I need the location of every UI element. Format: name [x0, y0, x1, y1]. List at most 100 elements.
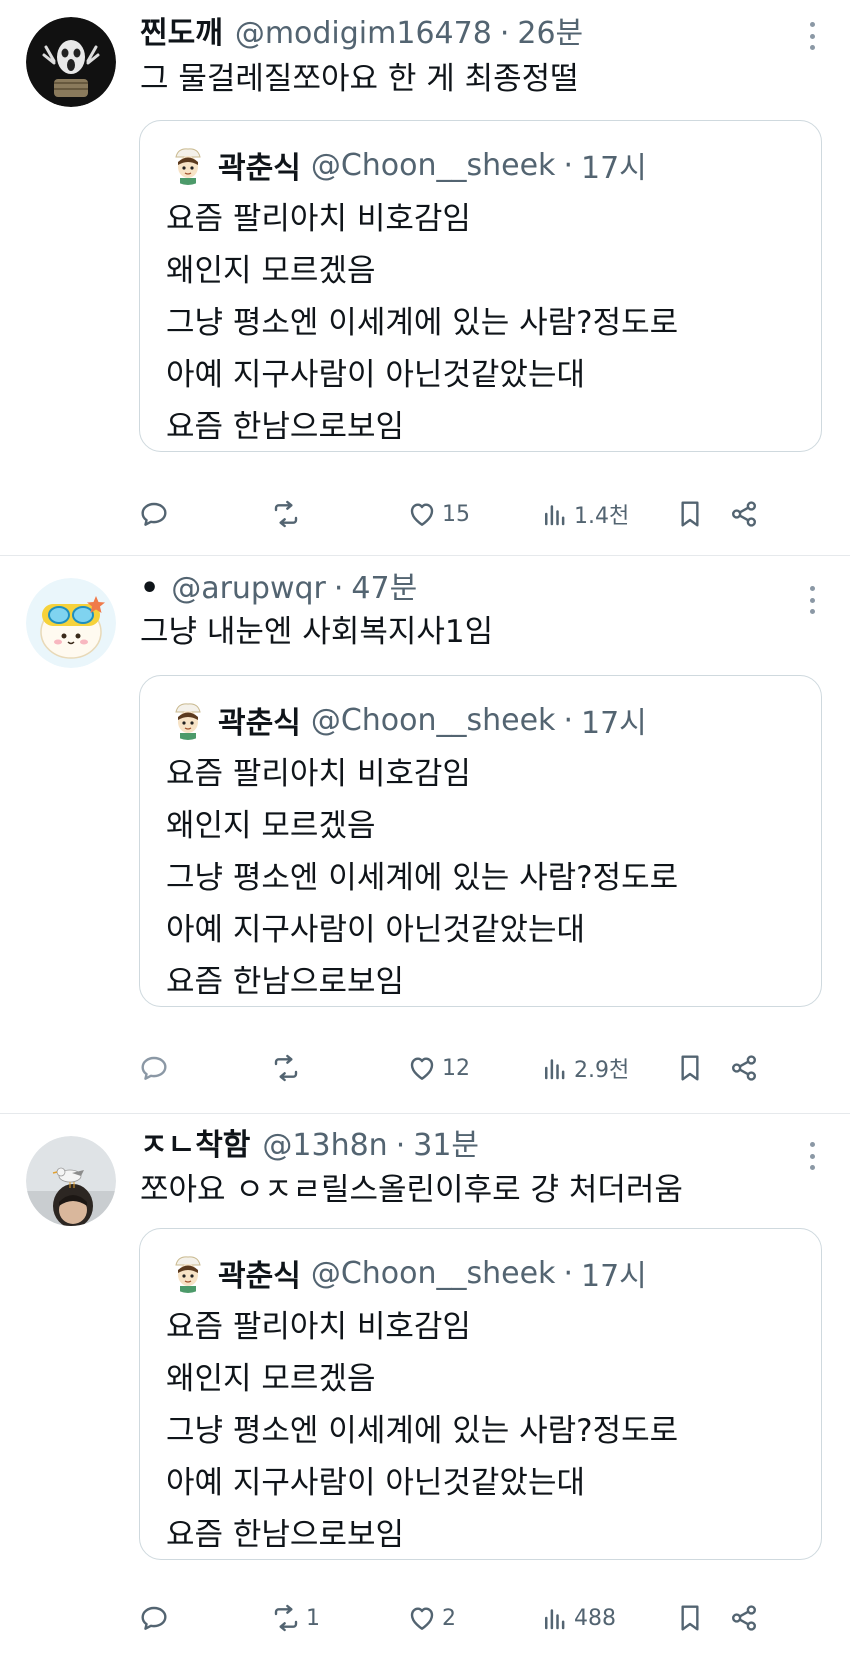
quoted-timestamp: 17시 [580, 151, 647, 186]
seagull-on-head-avatar[interactable] [26, 1136, 116, 1226]
quoted-tweet[interactable]: 곽춘식 @Choon__sheek · 17시 요즘 팔리아치 비호감임 왜인지… [139, 1228, 822, 1560]
timeline-feed: 찐도깨 @modigim16478 · 26분 그 물걸레질쪼아요 한 게 최종… [0, 0, 850, 1667]
separator: · [333, 571, 344, 606]
tweet[interactable]: ㅈㄴ착함 @13h8n · 31분 쪼아요 ㅇㅈㄹ릴스올린이후로 걍 처더러움 [0, 1114, 850, 1667]
share-button[interactable] [728, 1598, 760, 1638]
quoted-tweet-header: 곽춘식 @Choon__sheek · 17시 [168, 143, 647, 187]
reply-icon [141, 1056, 167, 1080]
author-handle[interactable]: @13h8n [262, 1126, 387, 1166]
quoted-text-line: 요즘 팔리아치 비호감임 [166, 1309, 471, 1345]
quoted-author-handle: @Choon__sheek [310, 147, 556, 183]
quoted-tweet-header: 곽춘식 @Choon__sheek · 17시 [168, 698, 647, 742]
timestamp[interactable]: 31분 [413, 1126, 479, 1166]
quoted-text-line: 그냥 평소엔 이세계에 있는 사람?정도로 [166, 860, 679, 896]
quoted-author-name: 곽춘식 [218, 1259, 301, 1294]
separator: · [563, 147, 573, 183]
author-name[interactable]: 찐도깨 [140, 14, 223, 54]
quoted-tweet[interactable]: 곽춘식 @Choon__sheek · 17시 요즘 팔리아치 비호감임 왜인지… [139, 120, 822, 452]
more-options-icon[interactable] [800, 1138, 824, 1174]
share-button[interactable] [728, 1048, 760, 1088]
quoted-author-name: 곽춘식 [218, 706, 301, 741]
quoted-author-name: 곽춘식 [218, 151, 301, 186]
separator: · [563, 1255, 573, 1291]
reply-button[interactable] [138, 494, 174, 534]
quoted-author-handle: @Choon__sheek [310, 702, 556, 738]
tweet-header: • @arupwqr · 47분 [140, 569, 790, 609]
bookmark-icon [681, 1055, 699, 1081]
quoted-tweet-header: 곽춘식 @Choon__sheek · 17시 [168, 1251, 647, 1295]
bookmark-button[interactable] [674, 1598, 706, 1638]
quoted-text-line: 요즘 한남으로보임 [166, 409, 405, 445]
like-count: 2 [442, 1605, 456, 1631]
chef-character-avatar [168, 700, 208, 740]
views-count: 1.4천 [574, 504, 630, 529]
quoted-tweet-text: 요즘 팔리아치 비호감임 왜인지 모르겠음 그냥 평소엔 이세계에 있는 사람?… [166, 748, 678, 1008]
views-chart-icon [545, 1609, 565, 1630]
tweet-text: 그 물걸레질쪼아요 한 게 최종정떨 [140, 61, 579, 97]
quoted-text-line: 아예 지구사람이 아닌것같았는대 [166, 912, 585, 948]
quoted-tweet[interactable]: 곽춘식 @Choon__sheek · 17시 요즘 팔리아치 비호감임 왜인지… [139, 675, 822, 1007]
author-handle[interactable]: @arupwqr [171, 569, 326, 609]
author-name[interactable]: ㅈㄴ착함 [140, 1126, 250, 1166]
views-chart-icon [545, 505, 565, 526]
quoted-text-line: 요즘 한남으로보임 [166, 964, 405, 1000]
quoted-text-line: 요즘 팔리아치 비호감임 [166, 201, 471, 237]
more-options-icon[interactable] [800, 18, 824, 54]
screaming-figure-avatar[interactable] [26, 17, 116, 107]
chef-character-avatar [168, 145, 208, 185]
author-name[interactable]: • [140, 569, 159, 609]
action-bar: 15 1.4천 [138, 494, 820, 534]
chef-character-avatar [168, 1253, 208, 1293]
action-bar: 12 2.9천 [138, 1048, 820, 1088]
tweet-header: ㅈㄴ착함 @13h8n · 31분 [140, 1126, 790, 1166]
quoted-text-line: 요즘 팔리아치 비호감임 [166, 756, 471, 792]
retweet-icon [274, 1604, 298, 1632]
reply-icon [141, 502, 167, 526]
quoted-text-line: 그냥 평소엔 이세계에 있는 사람?정도로 [166, 305, 679, 341]
views-count: 2.9천 [574, 1058, 630, 1083]
views-button[interactable]: 2.9천 [540, 1048, 629, 1088]
like-button[interactable]: 15 [406, 494, 470, 534]
quoted-text-line: 아예 지구사람이 아닌것같았는대 [166, 1465, 585, 1501]
heart-icon [410, 503, 434, 526]
retweet-button[interactable]: 1 [270, 1598, 320, 1638]
bookmark-button[interactable] [674, 1048, 706, 1088]
action-bar: 1 2 488 [138, 1598, 820, 1638]
like-count: 12 [442, 1055, 470, 1081]
quoted-tweet-text: 요즘 팔리아치 비호감임 왜인지 모르겠음 그냥 평소엔 이세계에 있는 사람?… [166, 193, 678, 453]
quoted-text-line: 왜인지 모르겠음 [166, 808, 376, 844]
timestamp[interactable]: 47분 [351, 569, 417, 609]
reply-button[interactable] [138, 1598, 174, 1638]
like-button[interactable]: 12 [406, 1048, 470, 1088]
bookmark-button[interactable] [674, 494, 706, 534]
views-button[interactable]: 1.4천 [540, 494, 629, 534]
separator: · [563, 702, 573, 738]
quoted-text-line: 그냥 평소엔 이세계에 있는 사람?정도로 [166, 1413, 679, 1449]
share-icon [732, 501, 756, 527]
quoted-timestamp: 17시 [580, 1259, 647, 1294]
share-button[interactable] [728, 494, 760, 534]
timestamp[interactable]: 26분 [517, 14, 583, 54]
heart-icon [410, 1607, 434, 1630]
views-count: 488 [574, 1605, 616, 1631]
like-count: 15 [442, 501, 470, 527]
separator: · [395, 1128, 406, 1163]
bookmark-icon [681, 1605, 699, 1631]
tweet[interactable]: 찐도깨 @modigim16478 · 26분 그 물걸레질쪼아요 한 게 최종… [0, 0, 850, 556]
views-chart-icon [545, 1059, 565, 1080]
tweet-text: 쪼아요 ㅇㅈㄹ릴스올린이후로 걍 처더러움 [140, 1172, 683, 1208]
separator: · [499, 16, 510, 51]
like-button[interactable]: 2 [406, 1598, 456, 1638]
author-handle[interactable]: @modigim16478 [235, 14, 492, 54]
goggles-character-avatar[interactable] [26, 578, 116, 668]
reply-button[interactable] [138, 1048, 174, 1088]
retweet-icon [274, 500, 298, 528]
retweet-button[interactable] [270, 494, 306, 534]
tweet[interactable]: • @arupwqr · 47분 그냥 내눈엔 사회복지사1임 곽춘식 @Cho… [0, 556, 850, 1114]
quoted-tweet-text: 요즘 팔리아치 비호감임 왜인지 모르겠음 그냥 평소엔 이세계에 있는 사람?… [166, 1301, 678, 1561]
retweet-button[interactable] [270, 1048, 306, 1088]
bookmark-icon [681, 501, 699, 527]
quoted-text-line: 왜인지 모르겠음 [166, 253, 376, 289]
views-button[interactable]: 488 [540, 1598, 616, 1638]
quoted-text-line: 왜인지 모르겠음 [166, 1361, 376, 1397]
